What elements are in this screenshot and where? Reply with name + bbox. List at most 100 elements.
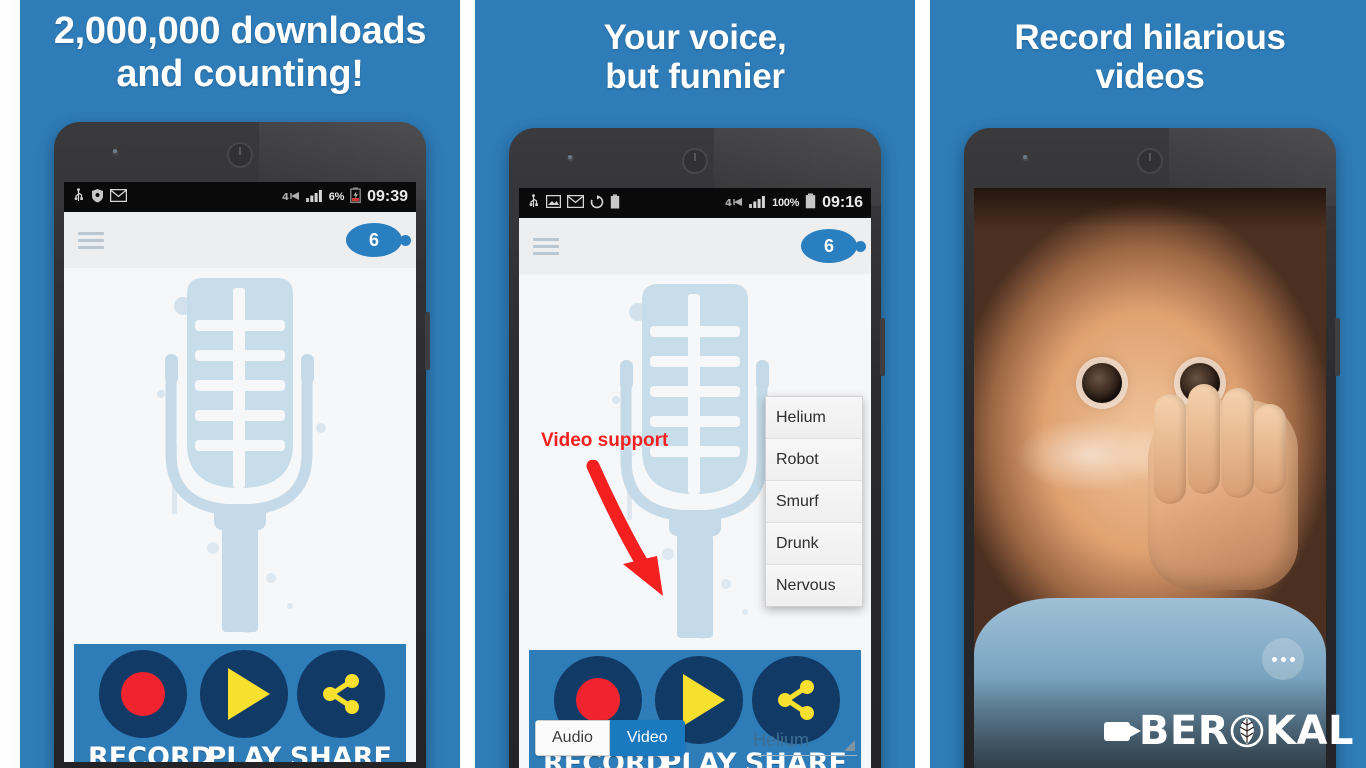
battery-icon (610, 194, 620, 212)
phone-mockup-2: 4 100% 09:16 6 Video support Audio Video… (509, 128, 885, 768)
dropdown-item-smurf[interactable]: Smurf (766, 481, 862, 523)
watermark-text-after: KAL (1265, 708, 1354, 754)
promo-panel-voice: Your voice, but funnier 4 100% 09:16 6 V… (475, 0, 915, 768)
play-button-1[interactable]: PLAY (198, 650, 290, 762)
video-preview-surface[interactable] (974, 188, 1326, 768)
record-dot-icon (576, 678, 620, 722)
front-camera-icon (566, 154, 575, 163)
retro-microphone-graphic (157, 278, 326, 633)
berokal-watermark: BER KAL (1103, 708, 1354, 754)
dropdown-item-helium[interactable]: Helium (766, 397, 862, 439)
panel-2-headline-line2: but funnier (605, 57, 785, 97)
play-button-label-1: PLAY (206, 742, 282, 762)
phone-bottom-bezel-1 (54, 762, 426, 768)
signal-bars-icon (305, 189, 323, 206)
share-nodes-icon (777, 680, 814, 720)
watermark-text-before: BER (1138, 708, 1230, 754)
phone-screen-2: 4 100% 09:16 6 Video support Audio Video… (519, 188, 871, 768)
4g-icon: 4 (282, 189, 300, 206)
battery-percent-label-1: 6% (328, 191, 345, 203)
status-bar-right-1: 4 6% 09:39 (282, 187, 408, 207)
effects-count-badge-2[interactable]: 6 (801, 229, 866, 263)
phone-top-bezel-1 (54, 122, 426, 182)
status-bar-clock-1: 09:39 (367, 188, 408, 205)
phone-mockup-3 (964, 128, 1340, 768)
dropdown-item-robot[interactable]: Robot (766, 439, 862, 481)
panel-separator-2 (915, 0, 930, 768)
play-triangle-icon (682, 674, 725, 726)
left-edge-gutter (0, 0, 10, 768)
panel-1-headline-line2: and counting! (116, 52, 364, 95)
status-bar-right-2: 4 100% 09:16 (725, 193, 863, 213)
brain-leaf-logo-icon (1230, 714, 1264, 748)
phone-power-button-3[interactable] (1335, 318, 1340, 376)
earpiece-speaker-icon (227, 142, 253, 168)
battery-percent-label-2: 100% (772, 197, 800, 209)
panel-1-headline: 2,000,000 downloads and counting! (20, 0, 460, 95)
audio-video-toggle[interactable]: Audio Video (535, 720, 685, 756)
dropdown-caret-icon (844, 740, 855, 751)
badge-count-label-1: 6 (368, 229, 379, 250)
proximity-sensors-icon (812, 158, 829, 162)
front-camera-icon (111, 148, 120, 157)
gmail-icon (566, 194, 585, 211)
baby-hand (1148, 384, 1298, 590)
play-triangle-icon (227, 668, 270, 720)
video-top-scrim (974, 188, 1326, 228)
battery-full-icon (805, 193, 816, 213)
proximity-sensors-icon (357, 152, 374, 156)
panel-1-headline-line1: 2,000,000 downloads (53, 10, 427, 52)
panel-2-headline-line1: Your voice, (603, 18, 787, 57)
baby-eye-left (1082, 363, 1122, 403)
hamburger-menu-icon[interactable] (78, 228, 104, 253)
phone-power-button-2[interactable] (880, 318, 885, 376)
screenshot-root: 2,000,000 downloads and counting! 4 6% 0… (0, 0, 1366, 768)
panel-3-headline-line2: videos (1095, 57, 1205, 97)
share-nodes-icon (322, 674, 359, 714)
promo-panel-downloads: 2,000,000 downloads and counting! 4 6% 0… (20, 0, 460, 768)
earpiece-speaker-icon (1137, 148, 1163, 174)
gmail-icon (109, 188, 128, 205)
dropdown-item-nervous[interactable]: Nervous (766, 565, 862, 606)
4g-icon: 4 (725, 195, 743, 212)
app-bar-1: 6 (64, 212, 416, 268)
video-support-annotation: Video support (541, 430, 669, 451)
phone-power-button-1[interactable] (425, 312, 430, 370)
record-button-label-1: RECORD (88, 742, 214, 762)
panel-3-headline: Record hilarious videos (930, 0, 1366, 96)
shield-icon (91, 188, 104, 206)
share-button-label-1: SHARE (289, 742, 392, 762)
phone-mockup-1: 4 6% 09:39 6 RECORD PLAY SHARE (54, 122, 430, 768)
phone-top-bezel-3 (964, 128, 1336, 188)
hamburger-menu-icon[interactable] (533, 234, 559, 259)
svg-text:4: 4 (282, 192, 289, 202)
more-options-dots-icon[interactable] (1262, 638, 1304, 680)
promo-panel-video: Record hilarious videos BER KAL (930, 0, 1366, 768)
status-bar-clock-2: 09:16 (822, 194, 863, 211)
front-camera-icon (1021, 154, 1030, 163)
watermark-text: BER KAL (1139, 708, 1354, 754)
toggle-option-audio[interactable]: Audio (535, 720, 610, 756)
video-camera-icon (1103, 721, 1141, 741)
screenshot-icon (545, 194, 562, 211)
usb-icon (72, 188, 85, 206)
signal-bars-icon (749, 195, 766, 212)
status-bar-left-icons-2 (527, 194, 620, 212)
toggle-option-video[interactable]: Video (609, 720, 685, 756)
effect-spinner[interactable]: Helium (753, 730, 857, 756)
svg-text:4: 4 (725, 198, 732, 208)
share-button-1[interactable]: SHARE (290, 650, 392, 762)
status-bar-left-icons-1 (72, 188, 128, 206)
android-status-bar-1: 4 6% 09:39 (64, 182, 416, 212)
effects-count-badge-1[interactable]: 6 (346, 223, 411, 257)
app-bar-2: 6 (519, 218, 871, 274)
proximity-sensors-icon (1267, 158, 1284, 162)
sync-icon (590, 194, 604, 212)
record-button-1[interactable]: RECORD (88, 650, 214, 762)
dropdown-item-drunk[interactable]: Drunk (766, 523, 862, 565)
usb-icon (527, 194, 540, 212)
phone-screen-1: 4 6% 09:39 6 RECORD PLAY SHARE (64, 182, 416, 762)
action-button-bar-1: RECORD PLAY SHARE (74, 644, 406, 762)
effect-dropdown-menu[interactable]: Helium Robot Smurf Drunk Nervous (765, 396, 863, 607)
panel-separator-1 (460, 0, 475, 768)
